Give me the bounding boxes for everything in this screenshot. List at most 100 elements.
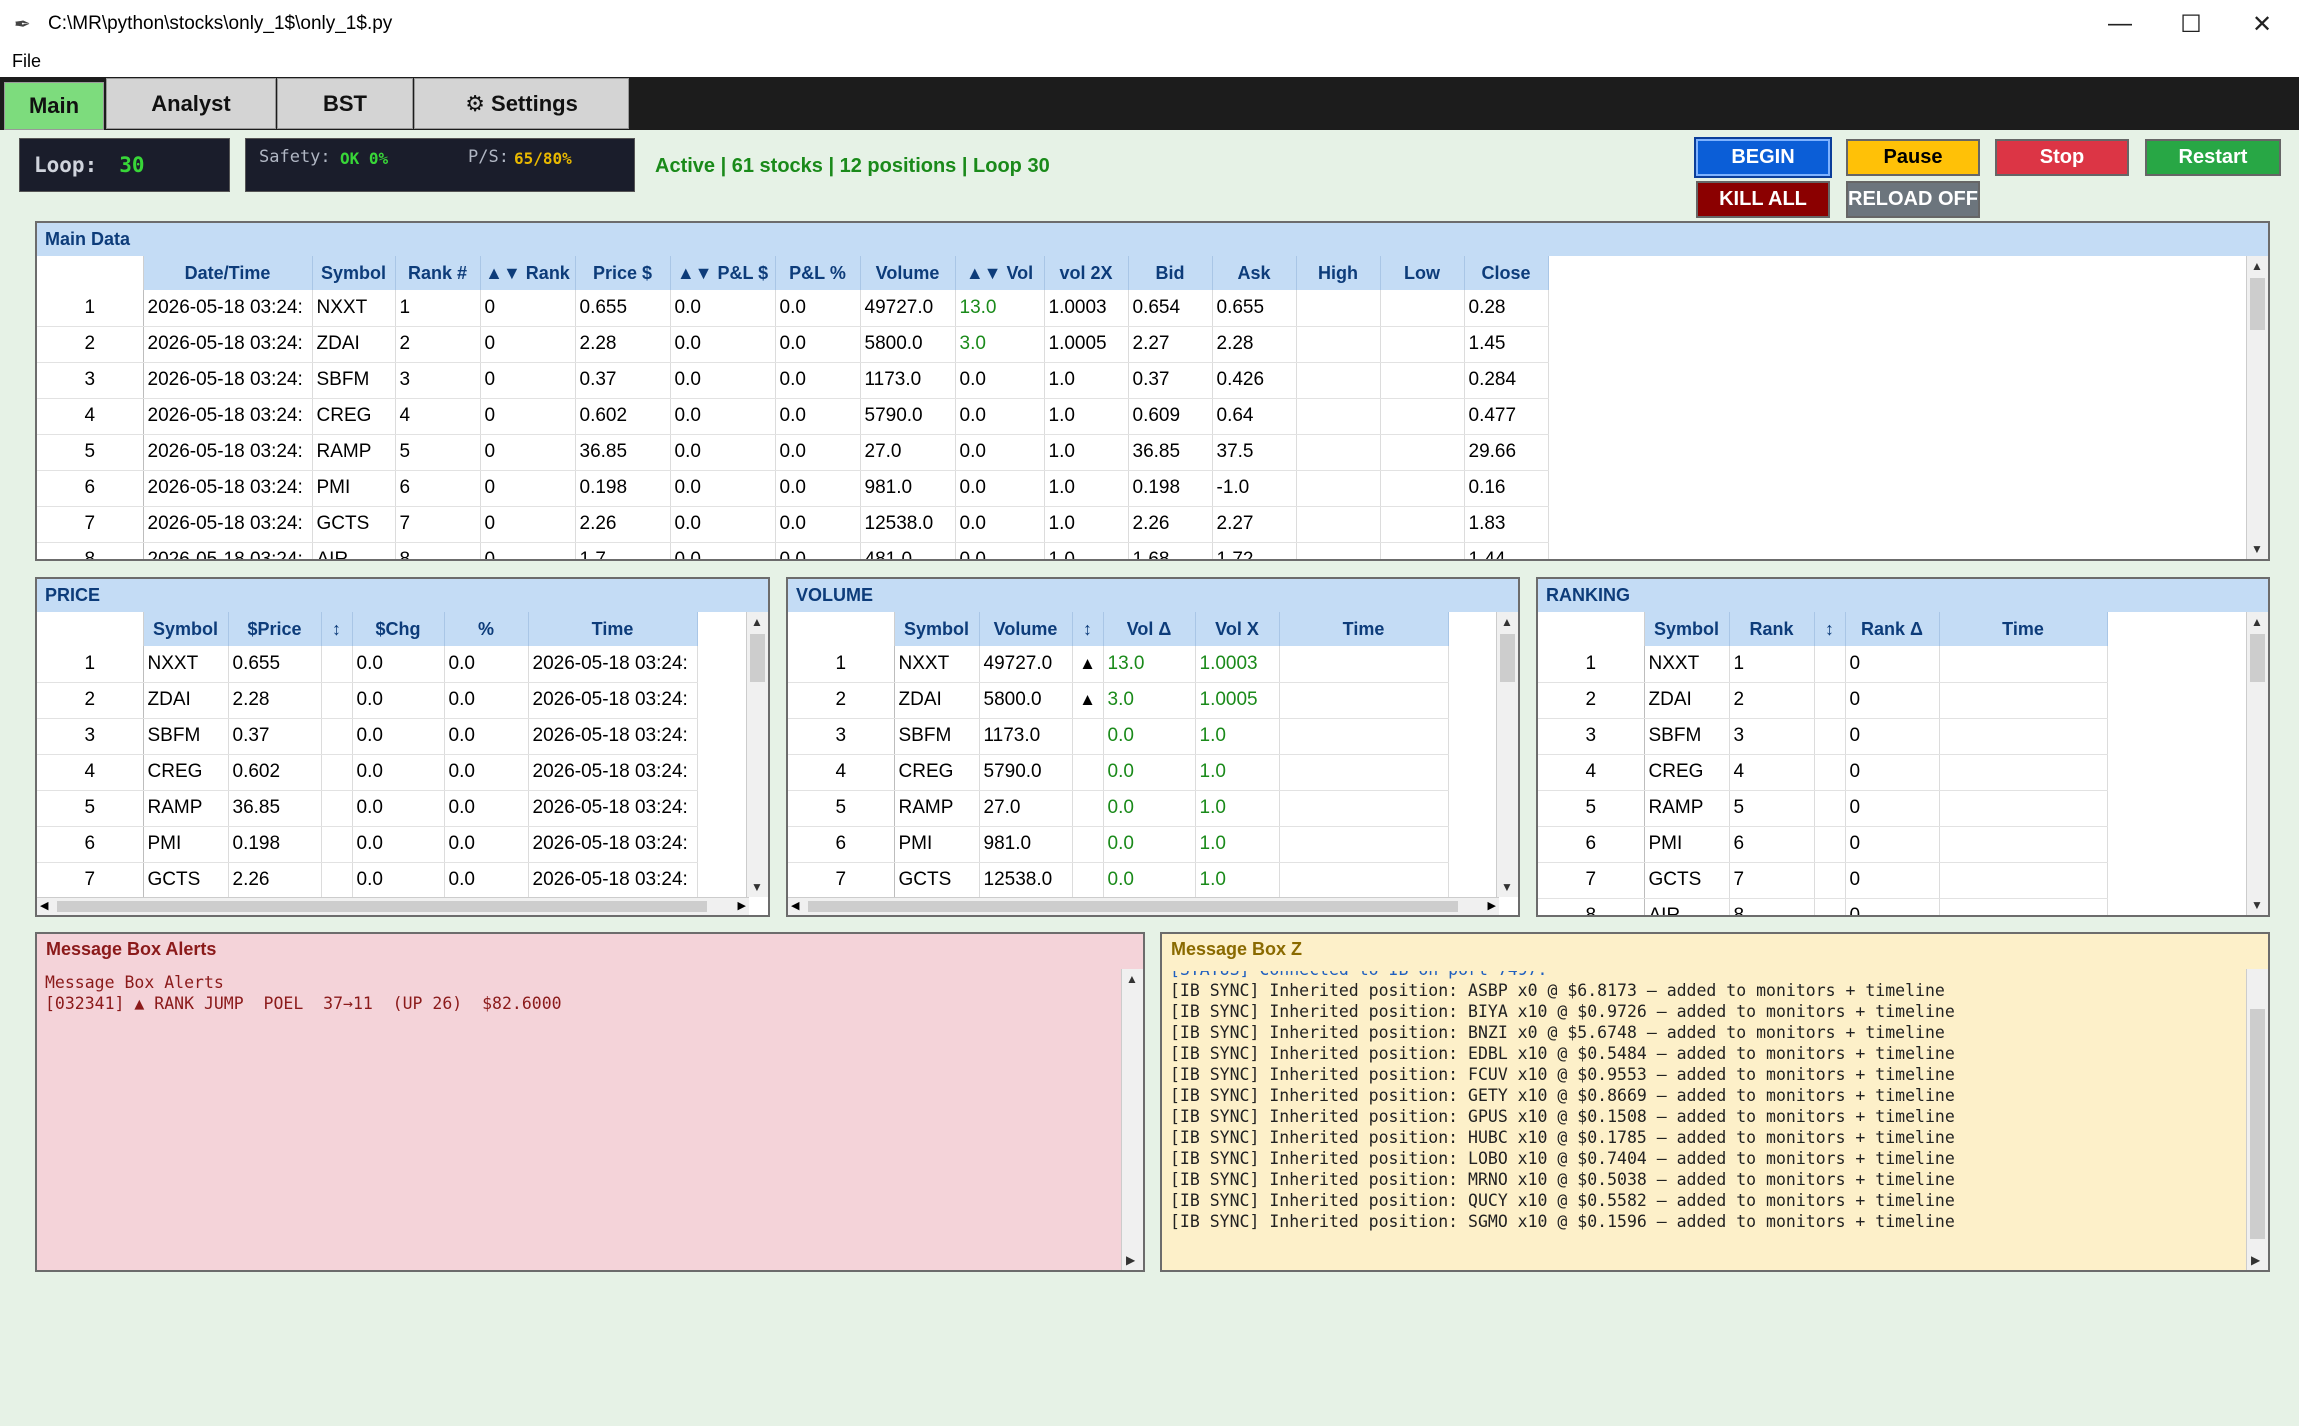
scroll-left-icon[interactable]: ◀	[40, 899, 48, 912]
volume-col-header[interactable]: Vol X	[1195, 612, 1280, 646]
scroll-down-icon[interactable]: ▼	[751, 880, 763, 894]
volume-hscrollbar[interactable]: ◀ ▶	[788, 897, 1499, 915]
scroll-thumb[interactable]	[2250, 634, 2265, 682]
table-row[interactable]: 4 CREG 0.602 0.0 0.0 2026-05-18 03:24:	[37, 754, 698, 791]
main-col-header[interactable]: ▲▼ Vol	[955, 256, 1045, 290]
table-row[interactable]: 8 2026-05-18 03:24: AIR 8 0 1.7 0.0 0.0 481.0 0.0…	[37, 542, 1549, 559]
table-row[interactable]: 2 ZDAI 5800.0 ▲ 3.0 1.0005	[788, 682, 1449, 719]
tab-bst[interactable]: BST	[277, 78, 413, 129]
price-vscrollbar[interactable]: ▲ ▼	[746, 612, 768, 897]
main-col-header[interactable]: Rank #	[395, 256, 481, 290]
table-row[interactable]: 4 CREG 5790.0 0.0 1.0	[788, 754, 1449, 791]
main-col-header[interactable]: Price $	[575, 256, 671, 290]
maximize-icon[interactable]: ☐	[2156, 0, 2226, 48]
alerts-message-box[interactable]: Message Box Alerts Message Box Alerts [03…	[35, 932, 1145, 1272]
table-row[interactable]: 5 RAMP 36.85 0.0 0.0 2026-05-18 03:24:	[37, 790, 698, 827]
main-col-header[interactable]: ▲▼ Rank	[480, 256, 576, 290]
ranking-col-header[interactable]: Time	[1939, 612, 2108, 646]
table-row[interactable]: 4 CREG 4 0	[1538, 754, 2108, 791]
table-row[interactable]: 2 ZDAI 2 0	[1538, 682, 2108, 719]
main-col-header[interactable]: ▲▼ P&L $	[670, 256, 776, 290]
main-col-header[interactable]: Date/Time	[143, 256, 313, 290]
scroll-down-icon[interactable]: ▼	[1501, 880, 1513, 894]
main-col-header[interactable]: Symbol	[312, 256, 396, 290]
scroll-down-icon[interactable]: ▼	[2251, 898, 2263, 912]
price-col-header[interactable]: $Price	[228, 612, 322, 646]
scroll-down-icon[interactable]: ▶	[1126, 1253, 1135, 1267]
table-row[interactable]: 7 GCTS 7 0	[1538, 862, 2108, 899]
price-col-header[interactable]: $Chg	[352, 612, 445, 646]
ranking-col-header[interactable]: ↕	[1814, 612, 1846, 646]
scroll-thumb[interactable]	[2250, 278, 2265, 330]
scroll-up-icon[interactable]: ▲	[1501, 615, 1513, 629]
main-data-scrollbar[interactable]: ▲ ▼	[2246, 256, 2268, 559]
table-row[interactable]: 7 GCTS 12538.0 0.0 1.0	[788, 862, 1449, 899]
scroll-down-icon[interactable]: ▼	[2251, 542, 2263, 556]
scroll-right-icon[interactable]: ▶	[738, 899, 746, 912]
table-row[interactable]: 3 SBFM 1173.0 0.0 1.0	[788, 718, 1449, 755]
scroll-thumb[interactable]	[750, 634, 765, 682]
kill-all-button[interactable]: KILL ALL	[1696, 181, 1830, 218]
table-row[interactable]: 5 2026-05-18 03:24: RAMP 5 0 36.85 0.0 0.0 27.0 0…	[37, 434, 1549, 471]
main-col-header[interactable]: Ask	[1212, 256, 1297, 290]
main-col-header[interactable]: Bid	[1128, 256, 1213, 290]
table-row[interactable]: 3 SBFM 0.37 0.0 0.0 2026-05-18 03:24:	[37, 718, 698, 755]
scroll-thumb[interactable]	[57, 901, 707, 912]
price-col-header[interactable]: %	[444, 612, 529, 646]
volume-col-header[interactable]: Symbol	[894, 612, 980, 646]
table-row[interactable]: 2 ZDAI 2.28 0.0 0.0 2026-05-18 03:24:	[37, 682, 698, 719]
scroll-thumb[interactable]	[1500, 634, 1515, 682]
pause-button[interactable]: Pause	[1846, 139, 1980, 176]
table-row[interactable]: 1 NXXT 1 0	[1538, 646, 2108, 683]
table-row[interactable]: 6 PMI 0.198 0.0 0.0 2026-05-18 03:24:	[37, 826, 698, 863]
ranking-col-header[interactable]: Rank	[1729, 612, 1815, 646]
scroll-up-icon[interactable]: ▲	[751, 615, 763, 629]
reload-toggle-button[interactable]: RELOAD OFF	[1846, 181, 1980, 218]
menu-file[interactable]: File	[12, 51, 41, 72]
table-row[interactable]: 8 AIR 8 0	[1538, 898, 2108, 915]
scroll-thumb[interactable]	[2250, 1009, 2265, 1239]
table-row[interactable]: 1 2026-05-18 03:24: NXXT 1 0 0.655 0.0 0.0 49727…	[37, 290, 1549, 327]
table-row[interactable]: 5 RAMP 27.0 0.0 1.0	[788, 790, 1449, 827]
table-row[interactable]: 4 2026-05-18 03:24: CREG 4 0 0.602 0.0 0.0 5790.…	[37, 398, 1549, 435]
table-row[interactable]: 6 PMI 981.0 0.0 1.0	[788, 826, 1449, 863]
main-col-header[interactable]: Close	[1464, 256, 1549, 290]
tab-settings[interactable]: ⚙ Settings	[414, 78, 629, 129]
table-row[interactable]: 1 NXXT 49727.0 ▲ 13.0 1.0003	[788, 646, 1449, 683]
scroll-left-icon[interactable]: ◀	[791, 899, 799, 912]
table-row[interactable]: 7 2026-05-18 03:24: GCTS 7 0 2.26 0.0 0.0 12538.…	[37, 506, 1549, 543]
table-row[interactable]: 6 2026-05-18 03:24: PMI 6 0 0.198 0.0 0.0 981.0 0…	[37, 470, 1549, 507]
main-col-header[interactable]: P&L %	[775, 256, 861, 290]
price-col-header[interactable]: Symbol	[143, 612, 229, 646]
tab-main[interactable]: Main	[4, 82, 104, 130]
z-message-box[interactable]: Message Box Z [STATUS] Connected to IB o…	[1160, 932, 2270, 1272]
begin-button[interactable]: BEGIN	[1694, 137, 1832, 178]
volume-col-header[interactable]: Time	[1279, 612, 1449, 646]
volume-vscrollbar[interactable]: ▲ ▼	[1496, 612, 1518, 897]
close-icon[interactable]: ✕	[2227, 0, 2297, 48]
tab-analyst[interactable]: Analyst	[106, 78, 276, 129]
volume-col-header[interactable]: Vol Δ	[1103, 612, 1196, 646]
table-row[interactable]: 5 RAMP 5 0	[1538, 790, 2108, 827]
scroll-up-icon[interactable]: ▲	[1126, 972, 1138, 986]
main-col-header[interactable]: High	[1296, 256, 1381, 290]
main-col-header[interactable]: vol 2X	[1044, 256, 1129, 290]
minimize-icon[interactable]: —	[2085, 0, 2155, 48]
ranking-vscrollbar[interactable]: ▲ ▼	[2246, 612, 2268, 915]
scroll-down-icon[interactable]: ▶	[2251, 1253, 2260, 1267]
scroll-up-icon[interactable]: ▲	[2251, 615, 2263, 629]
z-message-scrollbar[interactable]: ▶	[2246, 969, 2268, 1270]
table-row[interactable]: 3 SBFM 3 0	[1538, 718, 2108, 755]
price-col-header[interactable]: Time	[528, 612, 698, 646]
ranking-col-header[interactable]: Symbol	[1644, 612, 1730, 646]
table-row[interactable]: 3 2026-05-18 03:24: SBFM 3 0 0.37 0.0 0.0 1173.0…	[37, 362, 1549, 399]
scroll-thumb[interactable]	[808, 901, 1458, 912]
table-row[interactable]: 1 NXXT 0.655 0.0 0.0 2026-05-18 03:24:	[37, 646, 698, 683]
ranking-col-header[interactable]: Rank Δ	[1845, 612, 1940, 646]
alerts-scrollbar[interactable]: ▲ ▶	[1121, 969, 1143, 1270]
price-hscrollbar[interactable]: ◀ ▶	[37, 897, 749, 915]
table-row[interactable]: 2 2026-05-18 03:24: ZDAI 2 0 2.28 0.0 0.0 5800.0…	[37, 326, 1549, 363]
table-row[interactable]: 7 GCTS 2.26 0.0 0.0 2026-05-18 03:24:	[37, 862, 698, 899]
scroll-up-icon[interactable]: ▲	[2251, 259, 2263, 273]
scroll-right-icon[interactable]: ▶	[1488, 899, 1496, 912]
